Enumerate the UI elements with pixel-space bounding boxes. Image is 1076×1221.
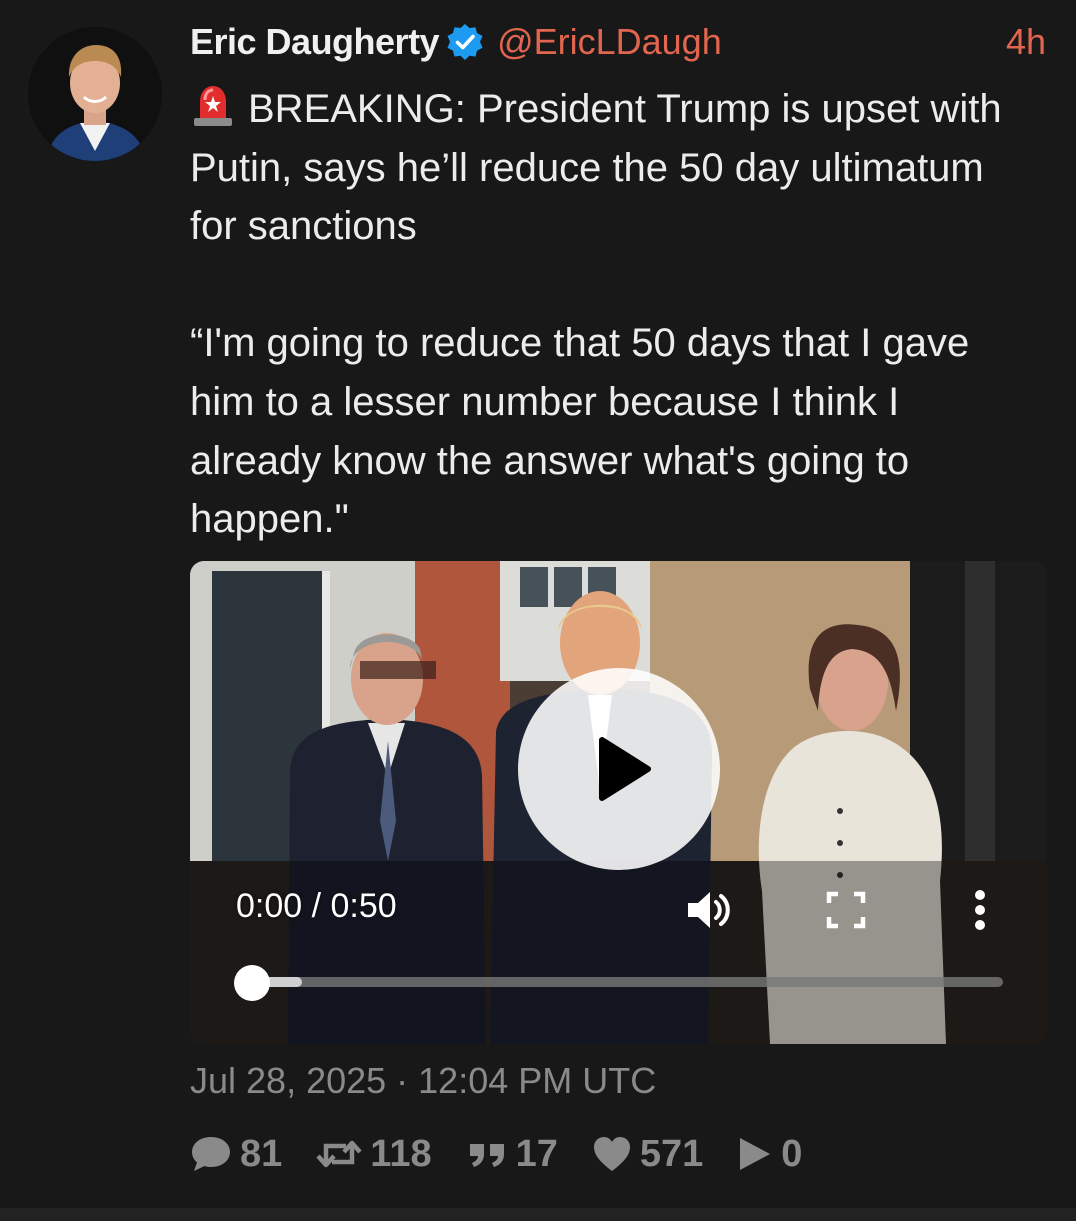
play-button[interactable] <box>518 668 720 870</box>
tweet-header: Eric Daugherty @EricLDaugh 4h <box>190 20 1046 64</box>
tweet-card: Eric Daugherty @EricLDaugh 4h BREAKING: … <box>0 0 1076 1208</box>
police-light-icon <box>194 86 232 126</box>
avatar-photo <box>28 27 162 161</box>
avatar[interactable] <box>28 27 162 161</box>
tweet-date[interactable]: Jul 28, 2025 · 12:04 PM UTC <box>190 1060 656 1102</box>
video-progress-bar[interactable] <box>236 977 1003 987</box>
quote-stat[interactable]: 17 <box>466 1133 558 1176</box>
view-count: 0 <box>781 1132 803 1175</box>
tweet-headline: BREAKING: President Trump is upset with … <box>190 87 1002 249</box>
handle[interactable]: @EricLDaugh <box>497 21 722 63</box>
tweet-quote: “I'm going to reduce that 50 days that I… <box>190 321 970 542</box>
play-icon <box>599 737 651 801</box>
quote-icon <box>469 1144 504 1167</box>
heart-icon <box>593 1137 630 1171</box>
like-count: 571 <box>639 1132 704 1175</box>
volume-icon[interactable] <box>686 888 734 932</box>
view-stat[interactable]: 0 <box>737 1133 802 1176</box>
reply-stat[interactable]: 81 <box>190 1133 282 1176</box>
retweet-stat[interactable]: 118 <box>316 1132 432 1176</box>
reply-count: 81 <box>240 1132 283 1175</box>
video-progress-thumb[interactable] <box>234 965 270 1001</box>
tweet-paragraph: BREAKING: President Trump is upset with … <box>190 80 1030 256</box>
fullscreen-icon[interactable] <box>826 891 866 929</box>
display-name[interactable]: Eric Daugherty <box>190 21 440 63</box>
bottom-divider <box>0 1208 1076 1221</box>
play-count-icon <box>740 1138 771 1170</box>
timestamp-relative[interactable]: 4h <box>1006 21 1046 63</box>
more-options-icon[interactable] <box>970 889 990 931</box>
quote-count: 17 <box>515 1132 558 1175</box>
verified-badge-icon <box>447 24 483 60</box>
comment-icon <box>192 1137 230 1171</box>
video-player[interactable]: 0:00 / 0:50 <box>190 561 1047 1044</box>
tweet-stats: 81 118 17 571 0 <box>190 1128 836 1180</box>
retweet-icon <box>316 1140 362 1168</box>
tweet-text: BREAKING: President Trump is upset with … <box>190 80 1030 549</box>
retweet-count: 118 <box>370 1132 432 1175</box>
like-stat[interactable]: 571 <box>592 1133 703 1176</box>
video-time-display: 0:00 / 0:50 <box>236 887 397 925</box>
